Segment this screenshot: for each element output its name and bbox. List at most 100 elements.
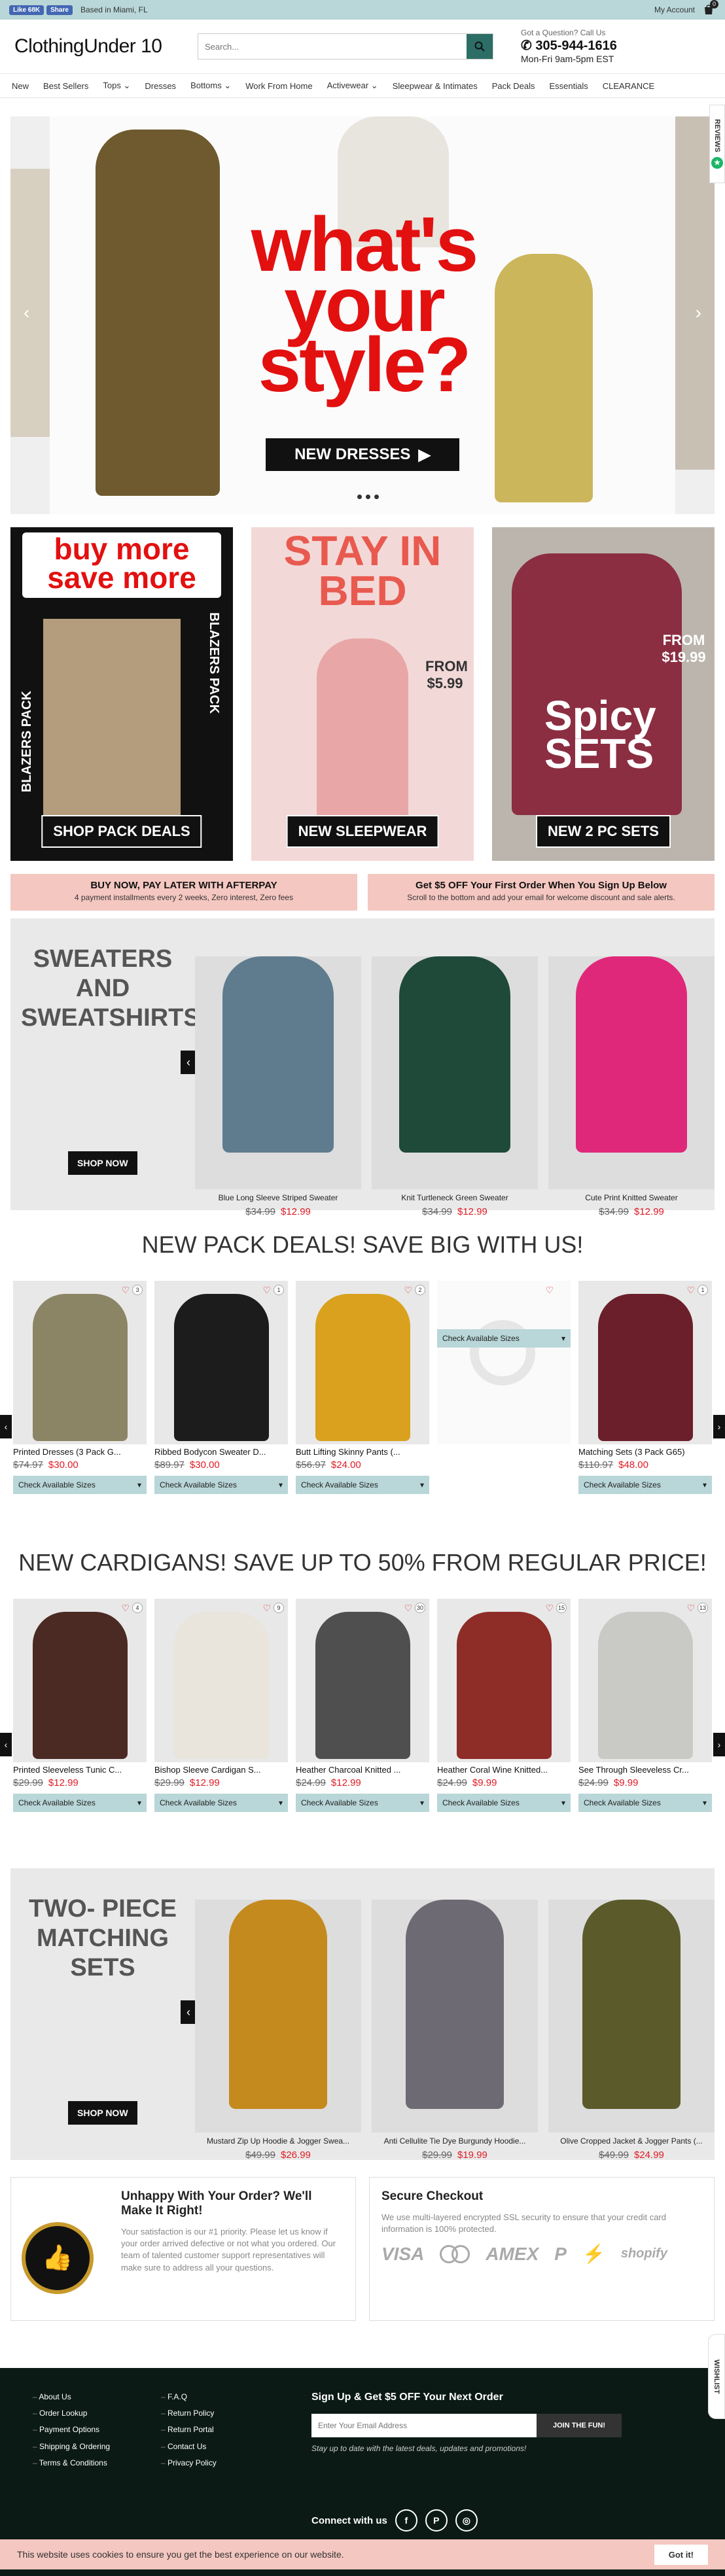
product-image[interactable]: ♡ [437, 1281, 571, 1444]
product-card[interactable]: Anti Cellulite Tie Dye Burgundy Hoodie..… [372, 1880, 538, 2161]
product-name[interactable]: Mustard Zip Up Hoodie & Jogger Swea... [195, 2136, 361, 2146]
nav-essentials[interactable]: Essentials [550, 81, 588, 91]
prev-arrow[interactable]: ‹ [181, 1051, 196, 1074]
check-sizes-dropdown[interactable]: Check Available Sizes ▾ [578, 1794, 712, 1812]
footer-link[interactable]: F.A.Q [161, 2389, 217, 2405]
product-name[interactable]: Cute Print Knitted Sweater [548, 1193, 715, 1202]
heart-icon[interactable]: ♡ [262, 1285, 271, 1296]
product-name[interactable]: Anti Cellulite Tie Dye Burgundy Hoodie..… [372, 2136, 538, 2146]
instagram-icon[interactable]: ◎ [455, 2509, 478, 2532]
product-name[interactable]: Bishop Sleeve Cardigan S... [154, 1765, 288, 1775]
product-name[interactable]: Matching Sets (3 Pack G65) [578, 1447, 712, 1457]
nav-bottoms[interactable]: Bottoms ⌄ [190, 80, 231, 91]
heart-icon[interactable]: ♡ [262, 1603, 271, 1614]
sleepwear-banner[interactable]: STAY IN BED FROM $5.99 NEW SLEEPWEAR [251, 527, 474, 861]
signup-promo[interactable]: Get $5 OFF Your First Order When You Sig… [368, 874, 715, 911]
product-image[interactable]: ♡ 13 [578, 1599, 712, 1762]
shop-now-button[interactable]: SHOP NOW [68, 2101, 137, 2125]
facebook-icon[interactable]: f [395, 2509, 417, 2532]
fb-share-button[interactable]: Share [46, 5, 73, 15]
sets-banner[interactable]: FROM $19.99 Spicy SETS NEW 2 PC SETS [492, 527, 715, 861]
product-image[interactable]: ♡ 1 [578, 1281, 712, 1444]
new-dresses-button[interactable]: NEW DRESSES ▶ [266, 438, 459, 471]
product-image[interactable] [195, 1900, 361, 2132]
product-name[interactable]: Blue Long Sleeve Striped Sweater [195, 1193, 361, 1202]
prev-arrow[interactable]: ‹ [181, 2000, 196, 2024]
fb-like-button[interactable]: Like 68K [9, 5, 44, 15]
product-image[interactable] [372, 1900, 538, 2132]
search-button[interactable] [467, 34, 493, 59]
heart-icon[interactable]: ♡ [121, 1285, 130, 1296]
product-image[interactable]: ♡ 30 [296, 1599, 429, 1762]
heart-icon[interactable]: ♡ [404, 1603, 412, 1614]
footer-link[interactable]: Terms & Conditions [33, 2455, 110, 2471]
product-image[interactable]: ♡ 1 [154, 1281, 288, 1444]
product-image[interactable] [372, 956, 538, 1189]
check-sizes-dropdown[interactable]: Check Available Sizes ▾ [296, 1794, 429, 1812]
footer-link[interactable]: Shipping & Ordering [33, 2439, 110, 2455]
footer-link[interactable]: Privacy Policy [161, 2455, 217, 2471]
product-image[interactable] [548, 956, 715, 1189]
product-card[interactable]: ♡ 1 Ribbed Bodycon Sweater D... $89.97 $30.0… [154, 1281, 288, 1494]
cookie-accept-button[interactable]: Got it! [654, 2544, 708, 2565]
check-sizes-dropdown[interactable]: Check Available Sizes ▾ [437, 1329, 571, 1348]
wishlist-tab[interactable]: WISHLIST [708, 2334, 725, 2419]
product-name[interactable]: Butt Lifting Skinny Pants (... [296, 1447, 429, 1457]
product-card[interactable]: Blue Long Sleeve Striped Sweater $34.99 $… [195, 930, 361, 1217]
afterpay-promo[interactable]: BUY NOW, PAY LATER WITH AFTERPAY 4 payme… [10, 874, 357, 911]
product-card[interactable]: ♡ 13 See Through Sleeveless Cr... $24.99 $9.… [578, 1599, 712, 1812]
footer-link[interactable]: Payment Options [33, 2422, 110, 2438]
product-name[interactable]: Knit Turtleneck Green Sweater [372, 1193, 538, 1202]
hero-next-arrow[interactable]: › [696, 302, 701, 323]
prev-arrow[interactable]: ‹ [0, 1415, 12, 1438]
search-input[interactable] [198, 34, 467, 59]
product-card[interactable]: ♡ 15 Heather Coral Wine Knitted... $24.99 $9… [437, 1599, 571, 1812]
shop-pack-deals-button[interactable]: SHOP PACK DEALS [41, 815, 202, 848]
nav-dresses[interactable]: Dresses [145, 81, 176, 91]
product-card[interactable]: ♡ 4 Printed Sleeveless Tunic C... $29.99 $12… [13, 1599, 147, 1812]
nav-tops[interactable]: Tops ⌄ [103, 80, 130, 91]
join-button[interactable]: JOIN THE FUN! [537, 2414, 622, 2437]
logo[interactable]: ClothingUnder 10 [14, 35, 198, 58]
footer-link[interactable]: Order Lookup [33, 2405, 110, 2422]
nav-clearance[interactable]: CLEARANCE [603, 81, 654, 91]
product-card[interactable]: ♡ 3 Printed Dresses (3 Pack G... $74.97 $30.… [13, 1281, 147, 1494]
heart-icon[interactable]: ♡ [404, 1285, 412, 1296]
product-name[interactable]: Printed Sleeveless Tunic C... [13, 1765, 147, 1775]
product-card[interactable]: Olive Cropped Jacket & Jogger Pants (...… [548, 1880, 715, 2161]
reviews-tab[interactable]: REVIEWS ★ [709, 105, 725, 183]
product-card[interactable]: Cute Print Knitted Sweater $34.99 $12.99 [548, 930, 715, 1217]
product-name[interactable]: See Through Sleeveless Cr... [578, 1765, 712, 1775]
hero-dots[interactable] [357, 495, 379, 499]
product-name[interactable]: Printed Dresses (3 Pack G... [13, 1447, 147, 1457]
heart-icon[interactable]: ♡ [686, 1603, 695, 1614]
new-2pc-sets-button[interactable]: NEW 2 PC SETS [536, 815, 671, 848]
prev-arrow[interactable]: ‹ [0, 1733, 12, 1756]
nav-best-sellers[interactable]: Best Sellers [43, 81, 88, 91]
account-link[interactable]: My Account [654, 5, 695, 14]
footer-link[interactable]: Return Portal [161, 2422, 217, 2438]
shop-now-button[interactable]: SHOP NOW [68, 1151, 137, 1175]
product-card[interactable]: ♡ Check Available Sizes ▾ [437, 1281, 571, 1494]
heart-icon[interactable]: ♡ [121, 1603, 130, 1614]
product-card[interactable]: Knit Turtleneck Green Sweater $34.99 $12.… [372, 930, 538, 1217]
product-card[interactable]: Mustard Zip Up Hoodie & Jogger Swea... $… [195, 1880, 361, 2161]
product-image[interactable]: ♡ 4 [13, 1599, 147, 1762]
nav-sleepwear[interactable]: Sleepwear & Intimates [393, 81, 478, 91]
pack-deals-banner[interactable]: buy more save more BLAZERS PACK BLAZERS … [10, 527, 233, 861]
pinterest-icon[interactable]: P [425, 2509, 448, 2532]
check-sizes-dropdown[interactable]: Check Available Sizes ▾ [296, 1476, 429, 1494]
product-card[interactable]: ♡ 9 Bishop Sleeve Cardigan S... $29.99 $12.9… [154, 1599, 288, 1812]
product-name[interactable]: Ribbed Bodycon Sweater D... [154, 1447, 288, 1457]
check-sizes-dropdown[interactable]: Check Available Sizes ▾ [13, 1794, 147, 1812]
heart-icon[interactable]: ♡ [545, 1285, 554, 1296]
product-card[interactable]: ♡ 1 Matching Sets (3 Pack G65) $110.97 $48.0… [578, 1281, 712, 1494]
check-sizes-dropdown[interactable]: Check Available Sizes ▾ [437, 1794, 571, 1812]
check-sizes-dropdown[interactable]: Check Available Sizes ▾ [13, 1476, 147, 1494]
product-name[interactable]: Olive Cropped Jacket & Jogger Pants (... [548, 2136, 715, 2146]
footer-link[interactable]: About Us [33, 2389, 110, 2405]
next-arrow[interactable]: › [713, 1415, 725, 1438]
cart-icon[interactable]: 0 [703, 0, 718, 16]
product-name[interactable]: Heather Charcoal Knitted ... [296, 1765, 429, 1775]
hero-slider[interactable]: ‹ › what's your style? NEW DRESSES ▶ [10, 116, 715, 514]
